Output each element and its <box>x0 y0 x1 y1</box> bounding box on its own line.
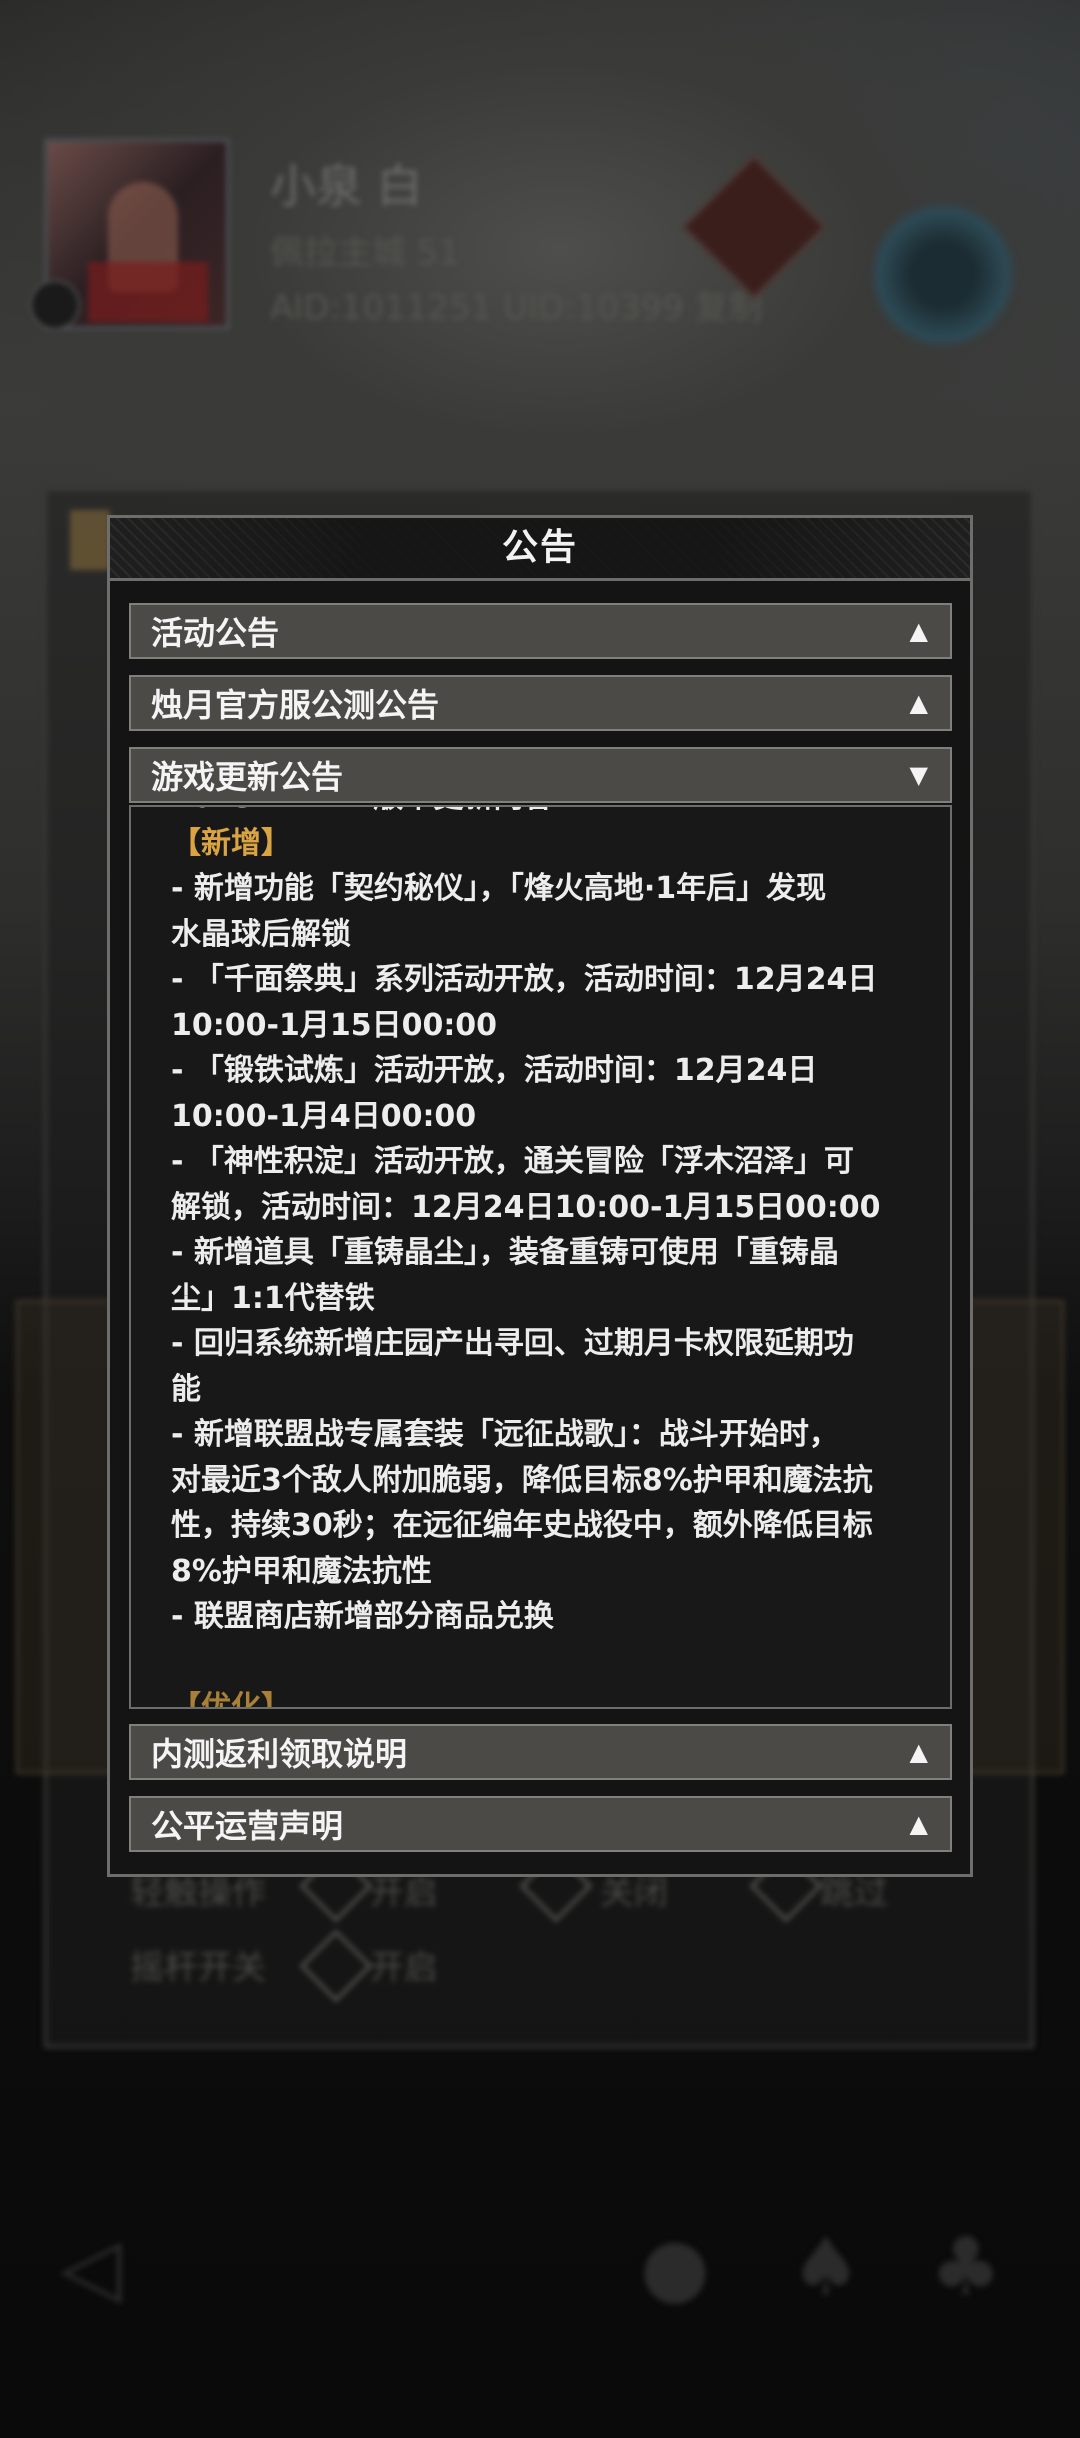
back-icon: ◁ <box>60 2220 122 2313</box>
expand-arrow-icon: ▲ <box>909 1738 928 1766</box>
content-line: 对最近3个敌人附加脆弱，降低目标8%护甲和魔法抗 <box>171 1462 873 1498</box>
section-official-server-announcement[interactable]: 烛月官方服公测公告 ▲ <box>129 675 952 731</box>
right-side-card <box>960 1300 1064 1774</box>
content-line: - 新增功能「契约秘仪」，「烽火高地·1年后」发现 <box>171 871 827 906</box>
content-line: 8%护甲和魔法抗性 <box>171 1553 432 1589</box>
update-content-text: 2023-12-24 版本更新内容: 【新增】 - 新增功能「契约秘仪」，「烽火… <box>171 807 910 1709</box>
faction-emblem-icon <box>868 200 1018 350</box>
avatar-outfit <box>88 262 208 322</box>
content-line: - 「千面祭典」系列活动开放，活动时间：12月24日 <box>171 962 878 997</box>
menu-icon-1: ● <box>640 2220 710 2313</box>
content-line: 10:00-1月15日00:00 <box>171 1007 498 1043</box>
update-intro-line: 2023-12-24 版本更新内容: <box>171 807 910 821</box>
content-line: - 新增道具「重铸晶尘」，装备重铸可使用「重铸晶 <box>171 1235 839 1270</box>
section-beta-rebate-instructions[interactable]: 内测返利领取说明 ▲ <box>129 1724 952 1780</box>
content-line: - 新增联盟战专属套装「远征战歌」：战斗开始时， <box>171 1417 839 1452</box>
content-line: - 回归系统新增庄园产出寻回、过期月卡权限延期功 <box>171 1326 854 1361</box>
collapse-arrow-icon: ▼ <box>909 761 928 789</box>
section-label: 内测返利领取说明 <box>151 1735 408 1773</box>
tag-optimize: 【优化】 <box>171 1690 291 1709</box>
content-line: - 联盟商店新增部分商品兑换 <box>171 1599 554 1634</box>
content-line: - 「神性积淀」活动开放，通关冒险「浮木沼泽」可 <box>171 1144 854 1179</box>
announcement-dialog: 公告 活动公告 ▲ 烛月官方服公测公告 ▲ 游戏更新公告 ▼ 2023-12-2… <box>107 515 973 1877</box>
level-badge <box>30 280 80 330</box>
player-name: 小泉 白 <box>270 159 423 213</box>
section-game-update-announcement[interactable]: 游戏更新公告 ▼ <box>129 747 952 803</box>
expand-arrow-icon: ▲ <box>909 689 928 717</box>
dialog-header: 公告 <box>110 518 970 581</box>
menu-icon-2: ♠ <box>790 2220 862 2313</box>
player-server: 佩拉主城 51 <box>270 233 461 273</box>
menu-icon-3: ♣ <box>930 2220 1002 2313</box>
content-line: 水晶球后解锁 <box>171 916 351 952</box>
dialog-title: 公告 <box>501 527 578 568</box>
content-line: 解锁，活动时间：12月24日10:00-1月15日00:00 <box>171 1189 881 1225</box>
expand-arrow-icon: ▲ <box>909 1810 928 1838</box>
section-activity-announcement[interactable]: 活动公告 ▲ <box>129 603 952 659</box>
section-label: 游戏更新公告 <box>151 758 344 796</box>
section-label: 公平运营声明 <box>151 1807 344 1845</box>
tag-new: 【新增】 <box>171 825 291 861</box>
expand-arrow-icon: ▲ <box>909 617 928 645</box>
section-label: 活动公告 <box>151 614 280 652</box>
content-line: 10:00-1月4日00:00 <box>171 1098 477 1134</box>
content-line: 尘」1:1代替铁 <box>171 1280 375 1316</box>
section-fair-operation-statement[interactable]: 公平运营声明 ▲ <box>129 1796 952 1852</box>
content-line: 性，持续30秒；在远征编年史战役中，额外降低目标 <box>171 1508 873 1543</box>
guild-emblem-icon <box>680 153 828 301</box>
option-label-joystick: 摇杆开关 <box>130 1948 266 1988</box>
settings-tab-marker <box>70 510 110 570</box>
update-content-scroll[interactable]: 2023-12-24 版本更新内容: 【新增】 - 新增功能「契约秘仪」，「烽火… <box>129 805 952 1709</box>
left-side-card <box>16 1300 120 1774</box>
content-line: 能 <box>171 1371 201 1407</box>
player-ids: AID:1011251 UID:10399 复制 <box>270 288 763 328</box>
option-value-joystick-on: 开启 <box>370 1948 438 1988</box>
content-line: - 「锻铁试炼」活动开放，活动时间：12月24日 <box>171 1053 818 1088</box>
section-label: 烛月官方服公测公告 <box>151 686 440 724</box>
